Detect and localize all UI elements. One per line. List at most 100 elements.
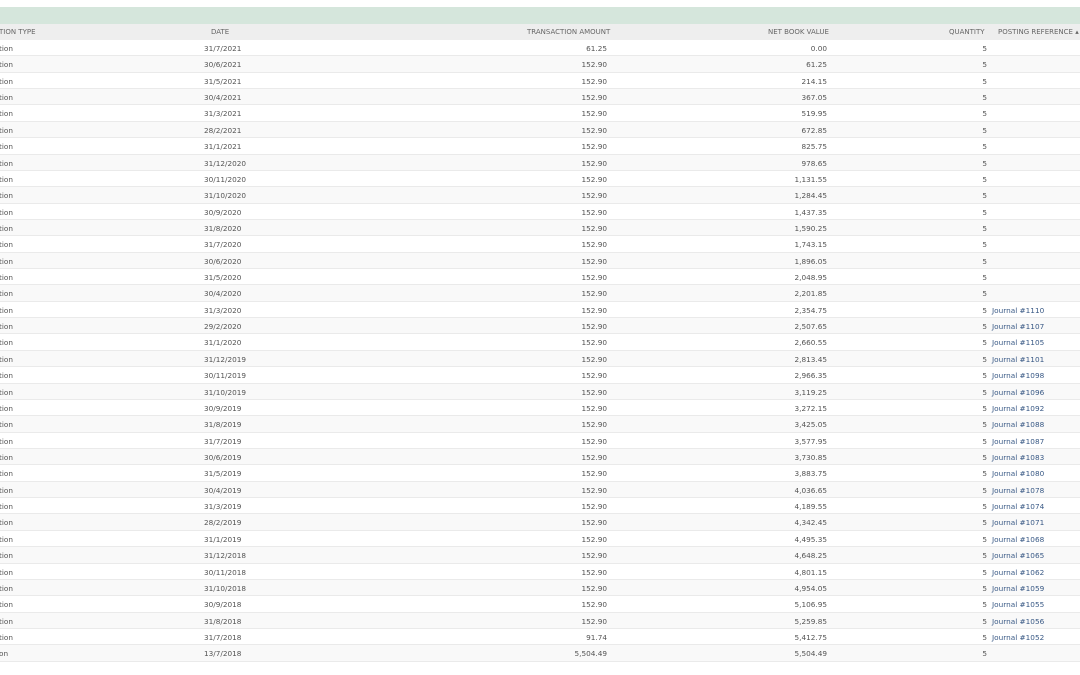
header-transaction-type[interactable]: TION TYPE — [0, 28, 36, 36]
header-net-book-value[interactable]: NET BOOK VALUE — [768, 28, 829, 36]
date-cell: 28/2/2019 — [204, 518, 242, 528]
net-book-value-cell: 4,648.25 — [794, 551, 828, 561]
transaction-amount-cell: 152.90 — [581, 207, 607, 217]
posting-reference-link[interactable]: Journal #1062 — [992, 568, 1044, 577]
table-row[interactable]: tion 31/3/2019 152.90 4,189.55 5 Journal #107… — [0, 498, 1080, 515]
net-book-value-cell: 3,577.95 — [794, 436, 828, 446]
posting-reference-link[interactable]: Journal #1055 — [992, 600, 1044, 609]
transaction-type-cell: tion — [0, 600, 13, 610]
posting-reference-link[interactable]: Journal #1071 — [992, 518, 1044, 527]
table-row[interactable]: tion 30/11/2018 152.90 4,801.15 5 Journal #10… — [0, 563, 1080, 580]
table-row[interactable]: tion 31/8/2020 152.90 1,590.25 5 — [0, 219, 1080, 237]
table-row[interactable]: tion 31/1/2020 152.90 2,660.55 5 Journal #110… — [0, 334, 1080, 351]
posting-reference-link[interactable]: Journal #1065 — [992, 551, 1044, 560]
table-row[interactable]: tion 30/9/2018 152.90 5,106.95 5 Journal #105… — [0, 596, 1080, 613]
posting-reference-link[interactable]: Journal #1059 — [992, 584, 1044, 593]
net-book-value-cell: 1,437.35 — [794, 207, 828, 217]
table-row[interactable]: tion 31/8/2018 152.90 5,259.85 5 Journal #105… — [0, 612, 1080, 629]
quantity-cell: 5 — [982, 76, 987, 86]
transaction-type-cell: tion — [0, 289, 13, 299]
date-cell: 31/7/2020 — [204, 240, 242, 250]
transaction-amount-cell: 152.90 — [581, 125, 607, 135]
table-row[interactable]: tion 28/2/2021 152.90 672.85 5 — [0, 121, 1080, 139]
posting-reference-link[interactable]: Journal #1083 — [992, 453, 1044, 462]
quantity-cell: 5 — [982, 371, 987, 381]
transaction-type-cell: tion — [0, 403, 13, 413]
table-row[interactable]: tion 31/3/2020 152.90 2,354.75 5 Journal #111… — [0, 301, 1080, 319]
table-row[interactable]: tion 31/3/2021 152.90 519.95 5 — [0, 105, 1080, 122]
date-cell: 30/6/2021 — [204, 60, 242, 70]
table-row[interactable]: tion 31/10/2019 152.90 3,119.25 5 Journal #10… — [0, 383, 1080, 400]
transaction-amount-cell: 61.25 — [586, 44, 607, 53]
table-row[interactable]: tion 30/11/2020 152.90 1,131.55 5 — [0, 170, 1080, 188]
table-row[interactable]: on 13/7/2018 5,504.49 5,504.49 5 — [0, 645, 1080, 662]
table-row[interactable]: tion 30/11/2019 152.90 2,966.35 5 Journal #10… — [0, 367, 1080, 384]
date-cell: 30/11/2018 — [204, 567, 247, 577]
header-posting-reference[interactable]: POSTING REFERENCE ▴ — [998, 28, 1079, 36]
posting-reference-link[interactable]: Journal #1105 — [992, 338, 1044, 347]
transaction-amount-cell: 152.90 — [581, 469, 607, 479]
table-row[interactable]: tion 31/1/2019 152.90 4,495.35 5 Journal #106… — [0, 530, 1080, 548]
date-cell: 13/7/2018 — [204, 649, 242, 659]
posting-reference-link[interactable]: Journal #1080 — [992, 469, 1044, 478]
posting-reference-link[interactable]: Journal #1078 — [992, 486, 1044, 495]
posting-reference-link[interactable]: Journal #1056 — [992, 617, 1044, 626]
table-row[interactable]: tion 30/4/2019 152.90 4,036.65 5 Journal #107… — [0, 481, 1080, 499]
table-row[interactable]: tion 31/7/2021 61.25 0.00 5 — [0, 40, 1080, 57]
quantity-cell: 5 — [982, 403, 987, 413]
net-book-value-cell: 3,730.85 — [794, 452, 828, 462]
table-row[interactable]: tion 31/12/2018 152.90 4,648.25 5 Journal #10… — [0, 547, 1080, 564]
table-row[interactable]: tion 31/12/2019 152.90 2,813.45 5 Journal #11… — [0, 350, 1080, 368]
quantity-cell: 5 — [982, 354, 987, 364]
transaction-type-cell: tion — [0, 60, 13, 70]
net-book-value-cell: 367.05 — [801, 93, 827, 103]
transaction-type-cell: tion — [0, 616, 13, 626]
date-cell: 30/4/2020 — [204, 289, 242, 299]
posting-reference-link[interactable]: Journal #1052 — [992, 633, 1044, 642]
posting-reference-link[interactable]: Journal #1088 — [992, 420, 1044, 429]
table-row[interactable]: tion 30/9/2020 152.90 1,437.35 5 — [0, 203, 1080, 220]
transaction-amount-cell: 152.90 — [581, 289, 607, 299]
posting-reference-link[interactable]: Journal #1087 — [992, 437, 1044, 446]
table-row[interactable]: tion 30/9/2019 152.90 3,272.15 5 Journal #109… — [0, 399, 1080, 417]
table-row[interactable]: tion 31/7/2020 152.90 1,743.15 5 — [0, 236, 1080, 253]
header-quantity[interactable]: QUANTITY — [949, 28, 985, 36]
date-cell: 30/9/2018 — [204, 600, 242, 610]
net-book-value-cell: 2,201.85 — [794, 289, 828, 299]
posting-reference-link[interactable]: Journal #1092 — [992, 404, 1044, 413]
table-row[interactable]: tion 31/5/2020 152.90 2,048.95 5 — [0, 269, 1080, 286]
posting-reference-link[interactable]: Journal #1096 — [992, 388, 1044, 397]
table-row[interactable]: tion 30/6/2021 152.90 61.25 5 — [0, 56, 1080, 73]
table-row[interactable]: tion 28/2/2019 152.90 4,342.45 5 Journal #107… — [0, 514, 1080, 531]
table-row[interactable]: tion 30/4/2021 152.90 367.05 5 — [0, 89, 1080, 106]
posting-reference-link[interactable]: Journal #1074 — [992, 502, 1044, 511]
table-row[interactable]: tion 31/5/2019 152.90 3,883.75 5 Journal #108… — [0, 465, 1080, 482]
transaction-type-cell: tion — [0, 485, 13, 495]
header-date[interactable]: DATE — [211, 28, 229, 36]
table-row[interactable]: tion 30/6/2019 152.90 3,730.85 5 Journal #108… — [0, 448, 1080, 466]
date-cell: 30/4/2019 — [204, 485, 242, 495]
table-row[interactable]: tion 31/7/2018 91.74 5,412.75 5 Journal #1052 — [0, 628, 1080, 646]
table-row[interactable]: tion 30/6/2020 152.90 1,896.05 5 — [0, 252, 1080, 270]
posting-reference-link[interactable]: Journal #1098 — [992, 371, 1044, 380]
transaction-amount-cell: 152.90 — [581, 338, 607, 348]
quantity-cell: 5 — [982, 158, 987, 168]
posting-reference-link[interactable]: Journal #1107 — [992, 322, 1044, 331]
posting-reference-link[interactable]: Journal #1101 — [992, 355, 1044, 364]
table-row[interactable]: tion 31/5/2021 152.90 214.15 5 — [0, 72, 1080, 90]
transaction-type-cell: on — [0, 649, 9, 659]
table-row[interactable]: tion 31/8/2019 152.90 3,425.05 5 Journal #108… — [0, 416, 1080, 433]
net-book-value-cell: 1,284.45 — [794, 191, 828, 201]
header-transaction-amount[interactable]: TRANSACTION AMOUNT — [527, 28, 610, 36]
table-row[interactable]: tion 29/2/2020 152.90 2,507.65 5 Journal #110… — [0, 318, 1080, 335]
table-row[interactable]: tion 31/12/2020 152.90 978.65 5 — [0, 154, 1080, 171]
posting-reference-link[interactable]: Journal #1110 — [992, 306, 1044, 315]
table-row[interactable]: tion 31/10/2018 152.90 4,954.05 5 Journal #10… — [0, 579, 1080, 597]
table-row[interactable]: tion 31/1/2021 152.90 825.75 5 — [0, 138, 1080, 155]
quantity-cell: 5 — [982, 649, 987, 659]
posting-reference-link[interactable]: Journal #1068 — [992, 535, 1044, 544]
net-book-value-cell: 2,354.75 — [794, 305, 828, 315]
table-row[interactable]: tion 30/4/2020 152.90 2,201.85 5 — [0, 285, 1080, 302]
table-row[interactable]: tion 31/10/2020 152.90 1,284.45 5 — [0, 187, 1080, 204]
table-row[interactable]: tion 31/7/2019 152.90 3,577.95 5 Journal #108… — [0, 432, 1080, 449]
